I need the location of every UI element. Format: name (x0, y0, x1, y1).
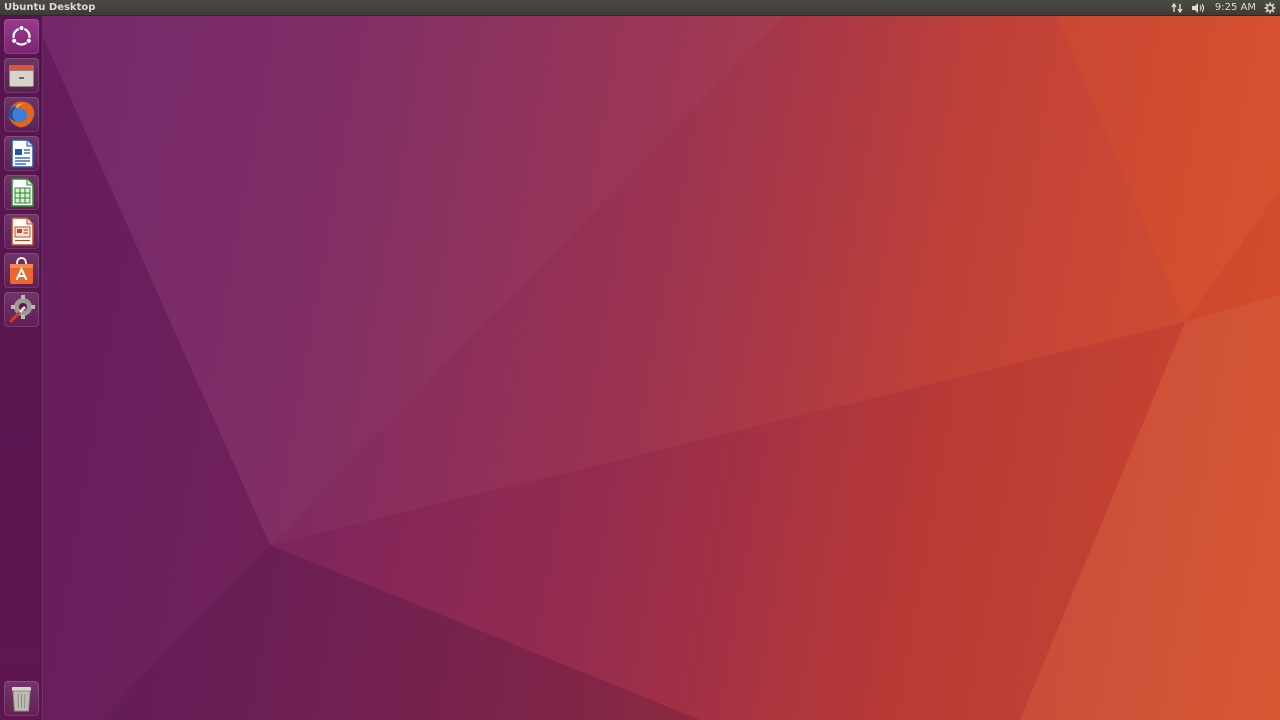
firefox-icon (8, 101, 35, 128)
libreoffice-writer-icon (11, 139, 34, 168)
volume-icon[interactable] (1187, 0, 1211, 16)
wallpaper-facets (0, 0, 1280, 720)
launcher-ubuntu-software[interactable] (4, 253, 39, 288)
files-icon (9, 65, 34, 87)
panel-window-title: Ubuntu Desktop (4, 2, 96, 13)
launcher-firefox[interactable] (4, 97, 39, 132)
gear-icon[interactable] (1260, 0, 1280, 16)
system-settings-icon (9, 295, 35, 323)
ubuntu-software-icon (10, 257, 33, 284)
launcher-libreoffice-impress[interactable] (4, 214, 39, 249)
dash-home-icon (11, 24, 32, 46)
launcher-libreoffice-writer[interactable] (4, 136, 39, 171)
launcher-dash-home[interactable] (4, 19, 39, 54)
top-panel: Ubuntu Desktop 9:25 AM (0, 0, 1280, 16)
desktop-wallpaper[interactable] (0, 0, 1280, 720)
libreoffice-calc-icon (11, 178, 34, 207)
launcher (0, 16, 43, 720)
launcher-files[interactable] (4, 58, 39, 93)
panel-indicators: 9:25 AM (1167, 0, 1280, 16)
launcher-system-settings[interactable] (4, 292, 39, 327)
trash-icon (12, 687, 31, 712)
libreoffice-impress-icon (11, 217, 34, 246)
network-updown-icon[interactable] (1167, 0, 1187, 16)
launcher-trash[interactable] (4, 681, 39, 716)
clock-text: 9:25 AM (1214, 2, 1256, 13)
launcher-libreoffice-calc[interactable] (4, 175, 39, 210)
clock-indicator[interactable]: 9:25 AM (1211, 0, 1260, 16)
